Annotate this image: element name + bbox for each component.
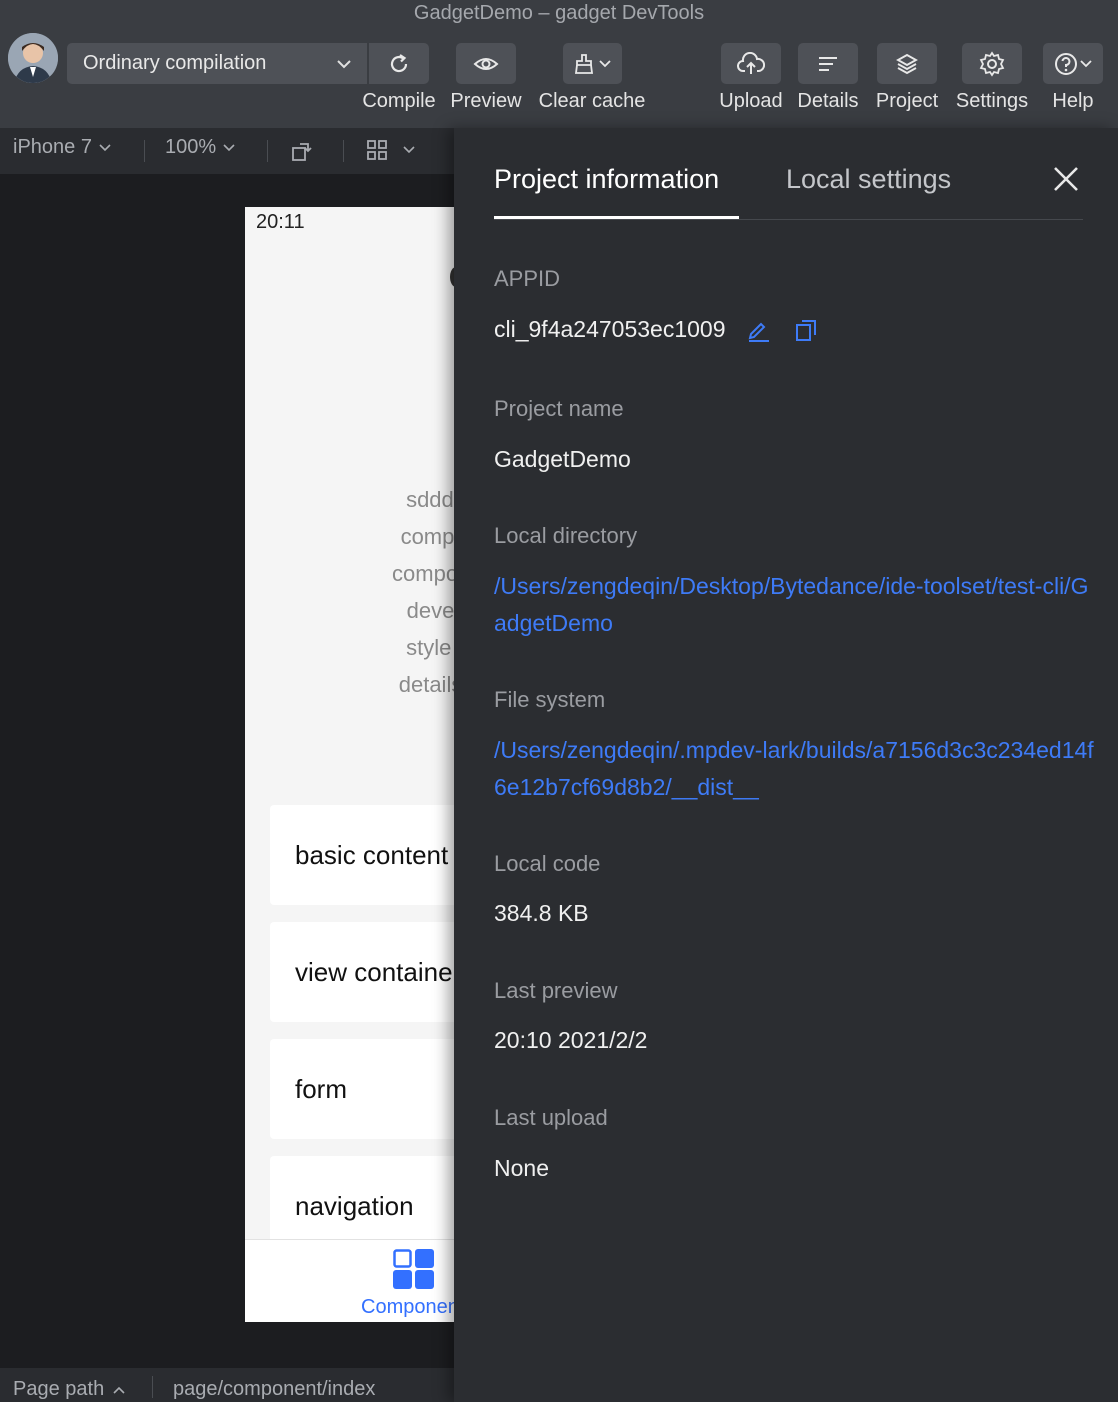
list-item-label: view container [295, 956, 456, 987]
list-item-form[interactable]: form [270, 1039, 456, 1139]
file-system-label: File system [494, 687, 606, 712]
active-tab-indicator [494, 216, 739, 219]
chevron-down-icon [403, 146, 415, 154]
appid-row: cli_9f4a247053ec1009 [494, 316, 819, 343]
appid-label: APPID [494, 266, 561, 291]
description-line: style acco [406, 635, 456, 660]
chevron-up-icon [113, 1386, 125, 1394]
lines-icon [819, 56, 837, 71]
broom-icon [574, 53, 594, 74]
components-tab-icon[interactable] [393, 1249, 435, 1289]
appid-value: cli_9f4a247053ec1009 [494, 316, 726, 342]
layers-icon [896, 53, 918, 74]
avatar-image [8, 33, 58, 83]
last-upload-label: Last upload [494, 1105, 608, 1130]
preview-button[interactable] [456, 43, 516, 84]
grid-icon [367, 140, 387, 160]
last-upload-value: None [494, 1155, 549, 1181]
list-item-label: basic content [295, 839, 449, 870]
components-tab-label[interactable]: Components [361, 1296, 456, 1319]
details-label: Details [797, 90, 859, 112]
compile-mode-value: Ordinary compilation [83, 52, 267, 74]
phone-simulator[interactable]: 20:11 sddddThe component component s dev… [245, 207, 456, 1322]
upload-button[interactable] [721, 43, 781, 84]
chevron-down-icon [223, 143, 235, 151]
chevron-down-icon [99, 143, 111, 151]
description-line: component s [392, 561, 456, 586]
divider [144, 140, 145, 162]
compile-label: Compile [362, 90, 436, 112]
avatar[interactable] [8, 33, 58, 83]
zoom-value: 100% [165, 136, 217, 158]
window-title: GadgetDemo – gadget DevTools [413, 2, 705, 24]
project-name-value: GadgetDemo [494, 446, 631, 472]
status-bar: Page path page/component/index [0, 1368, 456, 1402]
layout-menu-button[interactable] [366, 139, 416, 161]
list-item-view-container[interactable]: view container [270, 922, 456, 1022]
help-icon [1055, 52, 1077, 75]
page-path-toggle[interactable]: Page path [13, 1378, 126, 1401]
clear-cache-button[interactable] [563, 43, 622, 84]
page-path-value: page/component/index [173, 1378, 376, 1400]
divider [343, 140, 344, 162]
device-value: iPhone 7 [13, 136, 92, 158]
settings-button[interactable] [962, 43, 1022, 84]
help-button[interactable] [1043, 43, 1103, 84]
device-toolbar: iPhone 7 100% [0, 128, 456, 174]
local-directory-label: Local directory [494, 523, 638, 548]
phone-status-time: 20:11 [256, 211, 305, 233]
tab-project-information[interactable]: Project information [494, 164, 719, 195]
list-item-label: form [295, 1073, 347, 1104]
list-item-basic-content[interactable]: basic content [270, 805, 456, 905]
gear-icon [979, 50, 1005, 77]
copy-icon[interactable] [793, 317, 819, 343]
close-icon[interactable] [1051, 164, 1081, 194]
page-path-label: Page path [13, 1378, 105, 1400]
file-system-link[interactable]: /Users/zengdeqin/.mpdev-lark/builds/a715… [494, 732, 1094, 806]
chevron-down-icon [337, 60, 351, 69]
upload-label: Upload [719, 90, 783, 112]
project-name-label: Project name [494, 396, 624, 421]
description-line: developer [406, 598, 456, 623]
project-label: Project [875, 90, 939, 112]
chevron-down-icon [1080, 59, 1092, 67]
main-toolbar: GadgetDemo – gadget DevTools Ordinary co… [0, 0, 1118, 128]
description-line: component [400, 524, 456, 549]
divider [267, 140, 268, 162]
preview-label: Preview [450, 90, 522, 112]
settings-label: Settings [955, 90, 1029, 112]
local-code-label: Local code [494, 851, 601, 876]
last-preview-label: Last preview [494, 978, 618, 1003]
divider [152, 1376, 153, 1398]
tab-local-settings[interactable]: Local settings [786, 164, 951, 195]
description-line: sddddThe [406, 487, 456, 512]
local-directory-link[interactable]: /Users/zengdeqin/Desktop/Bytedance/ide-t… [494, 568, 1094, 642]
tab-divider [494, 219, 1083, 220]
refresh-icon [390, 53, 408, 72]
phone-tabbar: Components [245, 1239, 456, 1322]
edit-icon[interactable] [745, 317, 771, 343]
zoom-select[interactable]: 100% [165, 136, 236, 159]
project-details-panel: Project information Local settings APPID… [454, 128, 1118, 1402]
clear-cache-label: Clear cache [538, 90, 646, 112]
help-label: Help [1052, 90, 1094, 112]
rotate-button[interactable] [290, 139, 314, 163]
details-button[interactable] [798, 43, 858, 84]
chevron-down-icon [599, 59, 611, 67]
cloud-upload-icon [737, 51, 765, 74]
eye-icon [473, 57, 499, 70]
compile-button[interactable] [369, 43, 429, 84]
last-preview-value: 20:10 2021/2/2 [494, 1027, 648, 1053]
device-select[interactable]: iPhone 7 [13, 136, 112, 159]
description-line: details of th [398, 672, 456, 697]
local-code-value: 384.8 KB [494, 900, 589, 926]
component-description: sddddThe component component s developer… [245, 481, 456, 703]
rotate-icon [292, 143, 312, 161]
project-button[interactable] [877, 43, 937, 84]
compile-mode-select[interactable]: Ordinary compilation [67, 43, 367, 84]
list-item-label: navigation [295, 1190, 414, 1221]
